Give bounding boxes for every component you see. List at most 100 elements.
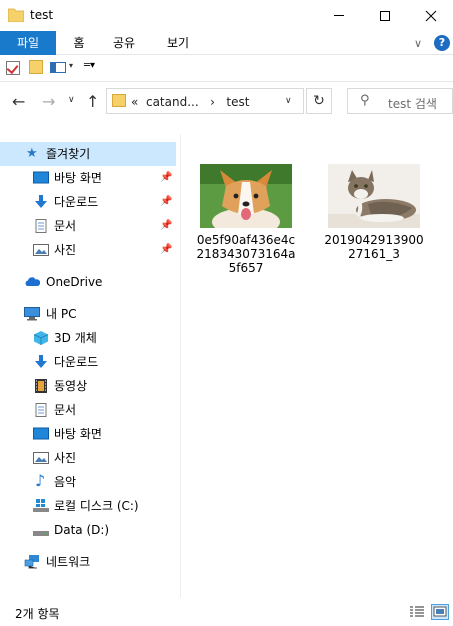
star-icon: ★ bbox=[26, 146, 38, 161]
refresh-button[interactable]: ↻ bbox=[306, 88, 332, 114]
item-count: 2개 항목 bbox=[15, 607, 60, 621]
details-view-button[interactable] bbox=[408, 604, 426, 620]
new-folder-icon[interactable] bbox=[29, 60, 43, 74]
sidebar-item-this-pc[interactable]: 내 PC bbox=[0, 302, 176, 326]
address-bar[interactable]: « catand... › test ∨ bbox=[106, 88, 304, 114]
close-icon bbox=[425, 10, 437, 21]
film-icon bbox=[35, 379, 47, 393]
sidebar-item-pictures[interactable]: 사진 📌 bbox=[0, 238, 176, 262]
maximize-icon bbox=[380, 10, 390, 21]
download-icon bbox=[35, 195, 47, 208]
tab-home[interactable]: 홈 bbox=[66, 31, 92, 55]
desktop-icon bbox=[33, 427, 49, 440]
navigation-pane: ★ 즐겨찾기 바탕 화면 📌 다운로드 📌 문서 📌 사진 📌 OneDrive bbox=[0, 134, 180, 598]
file-name-line: 5f657 bbox=[228, 261, 264, 275]
download-icon bbox=[35, 355, 47, 368]
pictures-icon bbox=[33, 452, 49, 464]
sidebar-item-pc-desktop[interactable]: 바탕 화면 bbox=[0, 422, 176, 446]
sidebar-item-network[interactable]: 네트워크 bbox=[0, 550, 176, 574]
desktop-icon bbox=[33, 171, 49, 184]
sidebar-item-pc-downloads[interactable]: 다운로드 bbox=[0, 350, 176, 374]
close-button[interactable] bbox=[408, 0, 453, 31]
breadcrumb-current[interactable]: test bbox=[226, 95, 249, 109]
sidebar-item-label: 문서 bbox=[54, 219, 77, 233]
file-name-line: 27161_3 bbox=[348, 247, 400, 261]
search-icon: ⚲ bbox=[360, 93, 370, 108]
tab-view[interactable]: 보기 bbox=[161, 31, 195, 55]
back-arrow-icon[interactable]: ← bbox=[12, 92, 25, 111]
sidebar-item-documents[interactable]: 문서 📌 bbox=[0, 214, 176, 238]
pin-icon[interactable]: 📌 bbox=[160, 214, 172, 238]
drive-icon bbox=[33, 531, 49, 536]
sidebar-item-desktop[interactable]: 바탕 화면 📌 bbox=[0, 166, 176, 190]
file-item[interactable]: 0e5f90af436e4c 218343073164a 5f657 bbox=[196, 162, 296, 282]
address-dropdown-icon[interactable]: ∨ bbox=[285, 96, 292, 106]
up-arrow-icon[interactable]: ↑ bbox=[86, 92, 99, 111]
sidebar-item-label: 네트워크 bbox=[46, 555, 91, 569]
sidebar-item-data-d[interactable]: Data (D:) bbox=[0, 518, 176, 542]
sidebar-item-quick-access[interactable]: ★ 즐겨찾기 bbox=[0, 142, 176, 166]
sidebar-item-label: 다운로드 bbox=[54, 195, 99, 209]
refresh-icon: ↻ bbox=[313, 93, 325, 109]
pin-icon[interactable]: 📌 bbox=[160, 166, 172, 190]
properties-icon[interactable] bbox=[6, 61, 20, 75]
sidebar-item-label: 사진 bbox=[54, 243, 77, 257]
file-name-line: 218343073164a bbox=[196, 247, 296, 261]
help-button[interactable]: ? bbox=[434, 35, 450, 51]
pin-icon[interactable]: 📌 bbox=[160, 238, 172, 262]
sidebar-item-3d-objects[interactable]: 3D 개체 bbox=[0, 326, 176, 350]
pin-icon[interactable]: 📌 bbox=[160, 190, 172, 214]
computer-icon bbox=[24, 307, 40, 321]
tab-file[interactable]: 파일 bbox=[0, 31, 56, 55]
status-bar: 2개 항목 bbox=[0, 600, 453, 626]
sidebar-item-videos[interactable]: 동영상 bbox=[0, 374, 176, 398]
sidebar-item-label: 바탕 화면 bbox=[54, 427, 102, 441]
folder-icon bbox=[112, 94, 126, 107]
document-icon bbox=[35, 403, 47, 417]
layout-icon[interactable] bbox=[50, 62, 66, 73]
breadcrumb-separator[interactable]: › bbox=[210, 95, 215, 109]
music-note-icon: ♪ bbox=[35, 471, 46, 490]
breadcrumb-parent[interactable]: catand... bbox=[146, 95, 199, 109]
large-icons-view-button[interactable] bbox=[431, 604, 449, 620]
sidebar-item-local-disk-c[interactable]: 로컬 디스크 (C:) bbox=[0, 494, 176, 518]
sidebar-item-downloads[interactable]: 다운로드 📌 bbox=[0, 190, 176, 214]
sidebar-item-music[interactable]: ♪ 음악 bbox=[0, 470, 176, 494]
customize-toolbar-icon[interactable]: ═▾ bbox=[84, 60, 95, 71]
sidebar-item-label: Data (D:) bbox=[54, 523, 110, 537]
windows-drive-icon bbox=[33, 499, 49, 512]
maximize-button[interactable] bbox=[362, 0, 408, 31]
expand-ribbon-chevron-icon[interactable]: ∨ bbox=[414, 37, 422, 50]
tab-share[interactable]: 공유 bbox=[107, 31, 141, 55]
sidebar-item-label: OneDrive bbox=[46, 275, 103, 289]
sidebar-item-label: 로컬 디스크 (C:) bbox=[54, 499, 139, 513]
search-box[interactable]: ⚲ test 검색 bbox=[347, 88, 453, 114]
document-icon bbox=[35, 219, 47, 233]
large-icons-view-icon bbox=[433, 606, 447, 617]
pane-divider[interactable] bbox=[180, 134, 181, 598]
breadcrumb-overflow[interactable]: « bbox=[131, 95, 138, 109]
recent-locations-chevron-icon[interactable]: ∨ bbox=[68, 95, 75, 105]
sidebar-item-pc-pictures[interactable]: 사진 bbox=[0, 446, 176, 470]
navigation-bar: ← → ∨ ↑ « catand... › test ∨ ↻ ⚲ test 검색 bbox=[0, 83, 453, 119]
file-name[interactable]: 0e5f90af436e4c 218343073164a 5f657 bbox=[196, 233, 296, 275]
breadcrumb: « catand... › test bbox=[131, 95, 249, 109]
file-item[interactable]: 2019042913900 27161_3 bbox=[324, 162, 424, 262]
search-placeholder: test 검색 bbox=[388, 97, 437, 111]
file-name-line: 2019042913900 bbox=[324, 233, 424, 247]
cube-3d-icon bbox=[33, 331, 49, 345]
layout-dropdown-icon[interactable]: ▾ bbox=[69, 61, 73, 70]
quick-access-toolbar: ▾ ═▾ bbox=[0, 56, 453, 82]
sidebar-item-pc-documents[interactable]: 문서 bbox=[0, 398, 176, 422]
sidebar-item-label: 동영상 bbox=[54, 379, 88, 393]
minimize-button[interactable] bbox=[316, 0, 362, 31]
file-name-line: 0e5f90af436e4c bbox=[196, 233, 296, 247]
folder-icon bbox=[8, 8, 24, 22]
sidebar-item-label: 문서 bbox=[54, 403, 77, 417]
sidebar-item-onedrive[interactable]: OneDrive bbox=[0, 270, 176, 294]
dog-photo-thumbnail bbox=[200, 164, 292, 228]
file-name[interactable]: 2019042913900 27161_3 bbox=[324, 233, 424, 261]
forward-arrow-icon[interactable]: → bbox=[42, 92, 55, 111]
network-icon bbox=[24, 555, 39, 569]
sidebar-item-label: 음악 bbox=[54, 475, 77, 489]
